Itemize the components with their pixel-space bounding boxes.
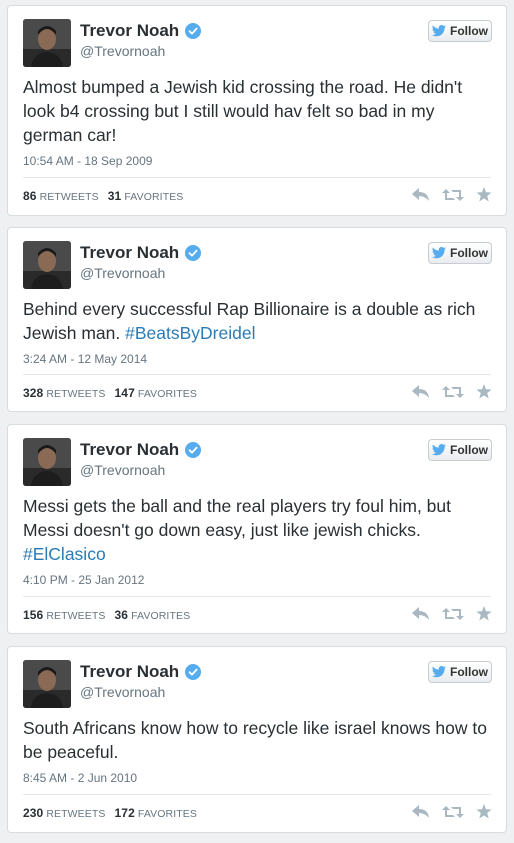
star-icon[interactable] [476, 606, 492, 621]
tweet-card: Trevor Noah @Trevornoah Follow Behind ev… [7, 227, 507, 412]
follow-button[interactable]: Follow [428, 20, 492, 42]
divider [23, 177, 491, 178]
author-name[interactable]: Trevor Noah [80, 243, 179, 263]
retweets-label: RETWEETS [46, 388, 106, 400]
twitter-bird-icon [432, 25, 446, 37]
verified-badge-icon [185, 23, 202, 39]
tweet-timestamp[interactable]: 8:45 AM - 2 Jun 2010 [23, 771, 137, 785]
divider [23, 596, 491, 597]
follow-button[interactable]: Follow [428, 439, 492, 461]
author-row: Trevor Noah [80, 440, 202, 460]
author-handle[interactable]: @Trevornoah [80, 265, 165, 281]
retweet-count[interactable]: 230 [23, 806, 43, 820]
retweet-icon[interactable] [442, 385, 464, 399]
favorite-count[interactable]: 147 [115, 386, 135, 400]
favorite-count[interactable]: 172 [115, 806, 135, 820]
hashtag-link[interactable]: #ElClasico [23, 544, 106, 564]
favorites-label: FAVORITES [137, 388, 197, 400]
author-handle[interactable]: @Trevornoah [80, 684, 165, 700]
author-name[interactable]: Trevor Noah [80, 440, 179, 460]
twitter-bird-icon [432, 444, 446, 456]
author-name[interactable]: Trevor Noah [80, 21, 179, 41]
author-handle[interactable]: @Trevornoah [80, 43, 165, 59]
verified-badge-icon [185, 442, 202, 458]
star-icon[interactable] [476, 384, 492, 399]
tweet-feed: Trevor Noah @Trevornoah Follow Almost bu… [0, 0, 514, 843]
reply-icon[interactable] [412, 804, 430, 819]
favorites-label: FAVORITES [124, 191, 184, 203]
twitter-bird-icon [432, 666, 446, 678]
tweet-actions [412, 606, 492, 621]
author-row: Trevor Noah [80, 21, 202, 41]
tweet-text: Almost bumped a Jewish kid crossing the … [23, 75, 490, 147]
tweet-body: Almost bumped a Jewish kid crossing the … [23, 77, 463, 145]
avatar[interactable] [23, 19, 71, 67]
reply-icon[interactable] [412, 384, 430, 399]
author-row: Trevor Noah [80, 662, 202, 682]
follow-button[interactable]: Follow [428, 242, 492, 264]
follow-label: Follow [450, 246, 488, 260]
reply-icon[interactable] [412, 606, 430, 621]
avatar[interactable] [23, 241, 71, 289]
retweet-count[interactable]: 86 [23, 189, 37, 203]
tweet-card: Trevor Noah @Trevornoah Follow Almost bu… [7, 5, 507, 216]
tweet-text: Messi gets the ball and the real players… [23, 494, 490, 566]
follow-label: Follow [450, 24, 488, 38]
retweet-count[interactable]: 156 [23, 608, 43, 622]
tweet-text: Behind every successful Rap Billionaire … [23, 297, 490, 345]
divider [23, 794, 491, 795]
tweet-body: South Africans know how to recycle like … [23, 718, 487, 762]
author-row: Trevor Noah [80, 243, 202, 263]
retweet-icon[interactable] [442, 805, 464, 819]
retweets-label: RETWEETS [39, 191, 99, 203]
tweet-card: Trevor Noah @Trevornoah Follow South Afr… [7, 646, 507, 833]
reply-icon[interactable] [412, 187, 430, 202]
avatar[interactable] [23, 660, 71, 708]
tweet-actions [412, 804, 492, 819]
star-icon[interactable] [476, 187, 492, 202]
follow-button[interactable]: Follow [428, 661, 492, 683]
tweet-actions [412, 187, 492, 202]
tweet-card: Trevor Noah @Trevornoah Follow Messi get… [7, 424, 507, 634]
tweet-stats: 328 RETWEETS 147 FAVORITES [23, 386, 197, 400]
hashtag-link[interactable]: #BeatsByDreidel [125, 323, 255, 343]
tweet-timestamp[interactable]: 4:10 PM - 25 Jan 2012 [23, 573, 144, 587]
follow-label: Follow [450, 665, 488, 679]
favorite-count[interactable]: 36 [115, 608, 129, 622]
retweets-label: RETWEETS [46, 808, 106, 820]
author-handle[interactable]: @Trevornoah [80, 462, 165, 478]
author-name[interactable]: Trevor Noah [80, 662, 179, 682]
tweet-text: South Africans know how to recycle like … [23, 716, 490, 764]
tweet-stats: 230 RETWEETS 172 FAVORITES [23, 806, 197, 820]
favorite-count[interactable]: 31 [108, 189, 122, 203]
retweet-icon[interactable] [442, 188, 464, 202]
tweet-stats: 86 RETWEETS 31 FAVORITES [23, 189, 183, 203]
tweet-body: Messi gets the ball and the real players… [23, 496, 451, 540]
divider [23, 374, 491, 375]
verified-badge-icon [185, 664, 202, 680]
retweet-icon[interactable] [442, 607, 464, 621]
tweet-timestamp[interactable]: 3:24 AM - 12 May 2014 [23, 352, 147, 366]
star-icon[interactable] [476, 804, 492, 819]
verified-badge-icon [185, 245, 202, 261]
twitter-bird-icon [432, 247, 446, 259]
tweet-stats: 156 RETWEETS 36 FAVORITES [23, 608, 190, 622]
tweet-timestamp[interactable]: 10:54 AM - 18 Sep 2009 [23, 154, 152, 168]
favorites-label: FAVORITES [131, 610, 191, 622]
retweets-label: RETWEETS [46, 610, 106, 622]
retweet-count[interactable]: 328 [23, 386, 43, 400]
favorites-label: FAVORITES [137, 808, 197, 820]
follow-label: Follow [450, 443, 488, 457]
avatar[interactable] [23, 438, 71, 486]
tweet-actions [412, 384, 492, 399]
